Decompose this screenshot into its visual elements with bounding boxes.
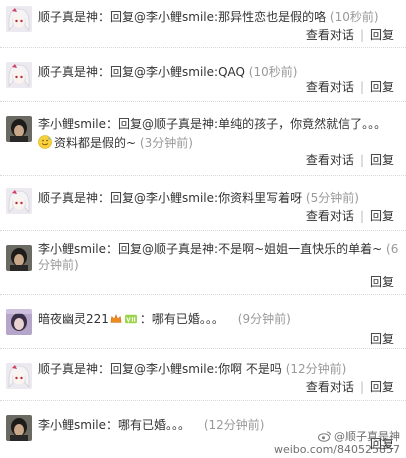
comment-text: 顺子真是神：回复@李小鲤smile:你啊 不是吗 (12分钟前) [38,361,402,377]
reply-link[interactable]: 回复 [370,275,394,289]
timestamp-part1: (6 [386,242,399,256]
comment-actions: 回复 [370,330,394,347]
separator: ： [98,362,111,376]
dark-hair-avatar[interactable] [6,245,32,271]
action-separator: | [359,80,364,94]
watermark-handle-row: @顺子真是神 [274,430,400,443]
author-name[interactable]: 顺子真是神 [38,65,98,79]
dark-hair-avatar[interactable] [6,415,32,441]
vip-badge-icon[interactable] [124,313,138,325]
message: :你资料里写着呀 [214,191,303,205]
comment-text: 李小鲤smile：回复@顺子真是神:单纯的孩子，你竟然就信了。。。 [38,116,402,132]
timestamp: (12分钟前) [285,362,347,376]
reply-link[interactable]: 回复 [370,153,394,167]
message-continued: 资料都是假的~ [54,136,137,150]
author-name[interactable]: 李小鲤smile [38,117,106,131]
reply-target[interactable]: 回复@李小鲤smile [110,10,214,24]
separator: ： [106,117,119,131]
reply-target[interactable]: 回复@顺子真是神 [118,117,214,131]
separator: ： [98,10,111,24]
comment-text: 暗夜幽灵221 ：哪有已婚。。。 (9分钟前) [38,311,402,327]
watermark-handle: @顺子真是神 [334,430,400,443]
anime-girl-avatar[interactable] [6,6,32,32]
separator: ： [98,65,111,79]
author-name[interactable]: 李小鲤smile [38,418,106,432]
comment-item: 顺子真是神：回复@李小鲤smile:你啊 不是吗 (12分钟前) 查看对话 | 回复 [0,349,406,401]
comment-actions: 查看对话 | 回复 [306,207,394,224]
sweat-smile-emoji [38,135,52,149]
comment-text: 顺子真是神：回复@李小鲤smile:你资料里写着呀 (5分钟前) [38,190,402,206]
weibo-logo-icon [318,431,331,442]
view-conversation-link[interactable]: 查看对话 [306,80,354,94]
watermark-url: weibo.com/840525857 [273,443,400,456]
comment-actions: 查看对话 | 回复 [306,378,394,395]
timestamp: (9分钟前) [237,312,291,326]
message: :不是啊~姐姐一直快乐的单着~ [214,242,383,256]
anime-girl-avatar[interactable] [6,62,32,88]
comment-item: 李小鲤smile：回复@顺子真是神:单纯的孩子，你竟然就信了。。。 资料都是假的… [0,102,406,174]
author-name[interactable]: 顺子真是神 [38,191,98,205]
purple-avatar[interactable] [6,309,32,335]
reply-link[interactable]: 回复 [370,380,394,394]
action-separator: | [359,209,364,223]
timestamp: (10秒前) [248,65,298,79]
comment-item: 顺子真是神：回复@李小鲤smile:QAQ (10秒前) 查看对话 | 回复 [0,48,406,98]
comment-item: 暗夜幽灵221 ：哪有已婚。。。 (9分钟前) 回复 [0,295,406,347]
anime-girl-avatar[interactable] [6,188,32,214]
timestamp: (12分钟前) [203,418,265,432]
dark-hair-avatar[interactable] [6,116,32,142]
comment-item: 李小鲤smile：回复@顺子真是神:不是啊~姐姐一直快乐的单着~ (6 分钟前)… [0,231,406,293]
timestamp: (10秒前) [329,10,379,24]
reply-link[interactable]: 回复 [370,28,394,42]
action-separator: | [359,153,364,167]
reply-link[interactable]: 回复 [370,332,394,346]
message: 哪有已婚。。。 [151,312,224,326]
view-conversation-link[interactable]: 查看对话 [306,28,354,42]
view-conversation-link[interactable]: 查看对话 [306,209,354,223]
reply-target[interactable]: 回复@李小鲤smile [110,362,214,376]
message: :QAQ [214,65,245,79]
message: :那异性恋也是假的咯 [214,10,327,24]
member-crown-icon[interactable] [110,313,122,325]
reply-link[interactable]: 回复 [370,80,394,94]
reply-target[interactable]: 回复@顺子真是神 [118,242,214,256]
action-separator: | [359,28,364,42]
separator: ： [106,242,119,256]
message: :单纯的孩子，你竟然就信了。。。 [214,117,387,131]
timestamp: (3分钟前) [139,136,193,150]
author-name[interactable]: 李小鲤smile [38,242,106,256]
action-separator: | [359,380,364,394]
reply-link[interactable]: 回复 [370,209,394,223]
comment-text: 顺子真是神：回复@李小鲤smile:那异性恋也是假的咯 (10秒前) [38,9,402,25]
reply-target[interactable]: 回复@李小鲤smile [110,191,214,205]
separator: ： [106,418,119,432]
reply-target[interactable]: 回复@李小鲤smile [110,65,214,79]
comment-actions: 回复 [370,273,394,290]
comment-item: 顺子真是神：回复@李小鲤smile:你资料里写着呀 (5分钟前) 查看对话 | 回复 [0,176,406,228]
comment-actions: 查看对话 | 回复 [306,26,394,43]
timestamp: (5分钟前) [305,191,359,205]
comment-text-continued: 分钟前) [38,257,79,273]
comment-text-continued: 资料都是假的~ (3分钟前) [38,135,193,151]
comment-text: 李小鲤smile：回复@顺子真是神:不是啊~姐姐一直快乐的单着~ (6 [38,241,402,257]
view-conversation-link[interactable]: 查看对话 [306,380,354,394]
separator: ： [139,312,152,326]
view-conversation-link[interactable]: 查看对话 [306,153,354,167]
timestamp-part2: 分钟前) [38,258,79,272]
anime-girl-avatar[interactable] [6,363,32,389]
comment-item: 顺子真是神：回复@李小鲤smile:那异性恋也是假的咯 (10秒前) 查看对话 |… [0,0,406,44]
author-name[interactable]: 顺子真是神 [38,362,98,376]
author-name[interactable]: 暗夜幽灵221 [38,312,109,326]
watermark: @顺子真是神 weibo.com/840525857 [274,430,400,456]
message: 哪有已婚。。。 [118,418,191,432]
comment-actions: 查看对话 | 回复 [306,78,394,95]
separator: ： [98,191,111,205]
comment-actions: 查看对话 | 回复 [306,151,394,168]
author-name[interactable]: 顺子真是神 [38,10,98,24]
message: :你啊 不是吗 [214,362,282,376]
